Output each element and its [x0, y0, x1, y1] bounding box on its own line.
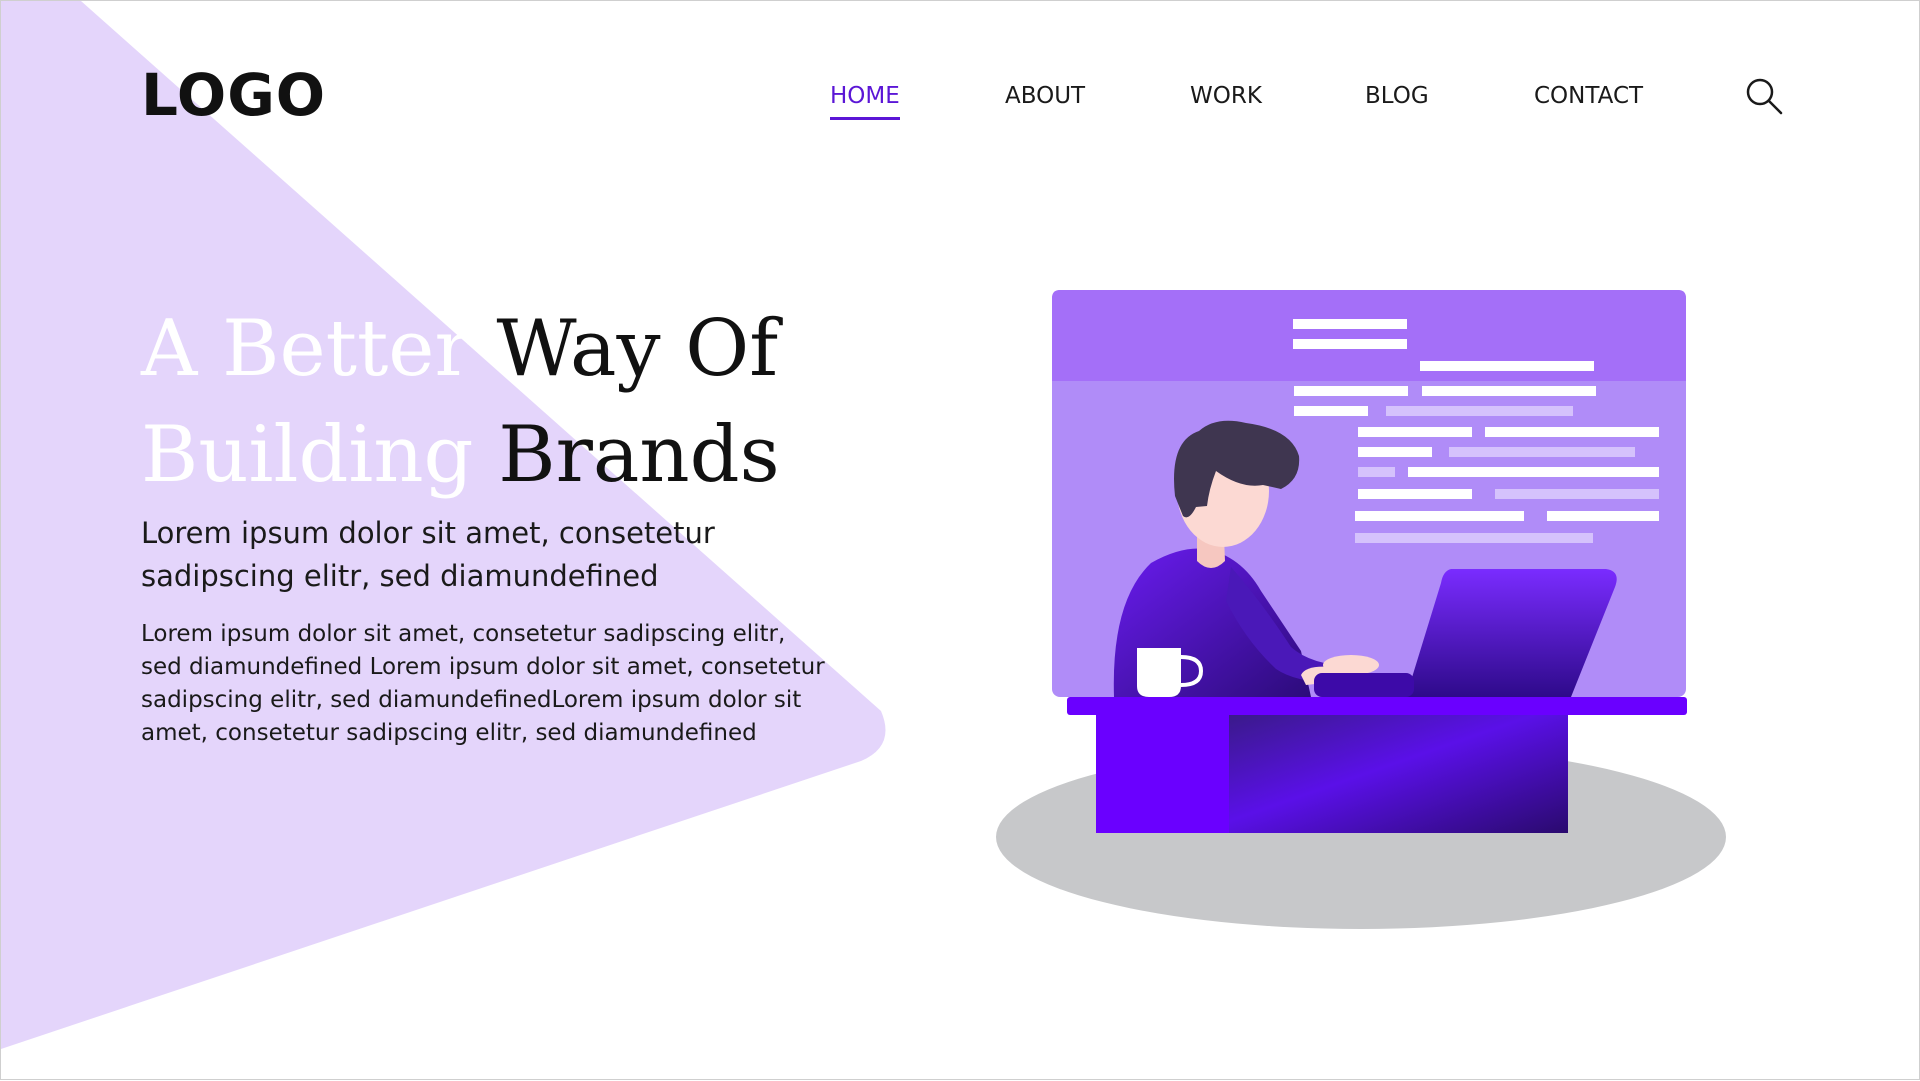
- headline-line2-light: Building: [141, 410, 474, 500]
- headline-line1-dark: Way Of: [496, 304, 779, 394]
- hero-section: A Better Way Of Building Brands Lorem ip…: [141, 296, 861, 750]
- nav-work[interactable]: WORK: [1190, 83, 1262, 117]
- hero-illustration: [996, 290, 1726, 929]
- main-nav: HOME ABOUT WORK BLOG CONTACT: [1, 83, 1919, 123]
- search-icon[interactable]: [1744, 76, 1784, 116]
- hero-subtitle: Lorem ipsum dolor sit amet, consetetur s…: [141, 516, 715, 593]
- hero-body-text: Lorem ipsum dolor sit amet, consetetur s…: [141, 621, 825, 746]
- nav-contact[interactable]: CONTACT: [1534, 83, 1643, 117]
- headline-line1-light: A Better: [141, 304, 472, 394]
- nav-home[interactable]: HOME: [830, 83, 900, 120]
- nav-about[interactable]: ABOUT: [1005, 83, 1085, 117]
- nav-blog[interactable]: BLOG: [1365, 83, 1429, 117]
- hero-headline: A Better Way Of Building Brands: [141, 296, 861, 508]
- headline-line2-dark: Brands: [498, 410, 780, 500]
